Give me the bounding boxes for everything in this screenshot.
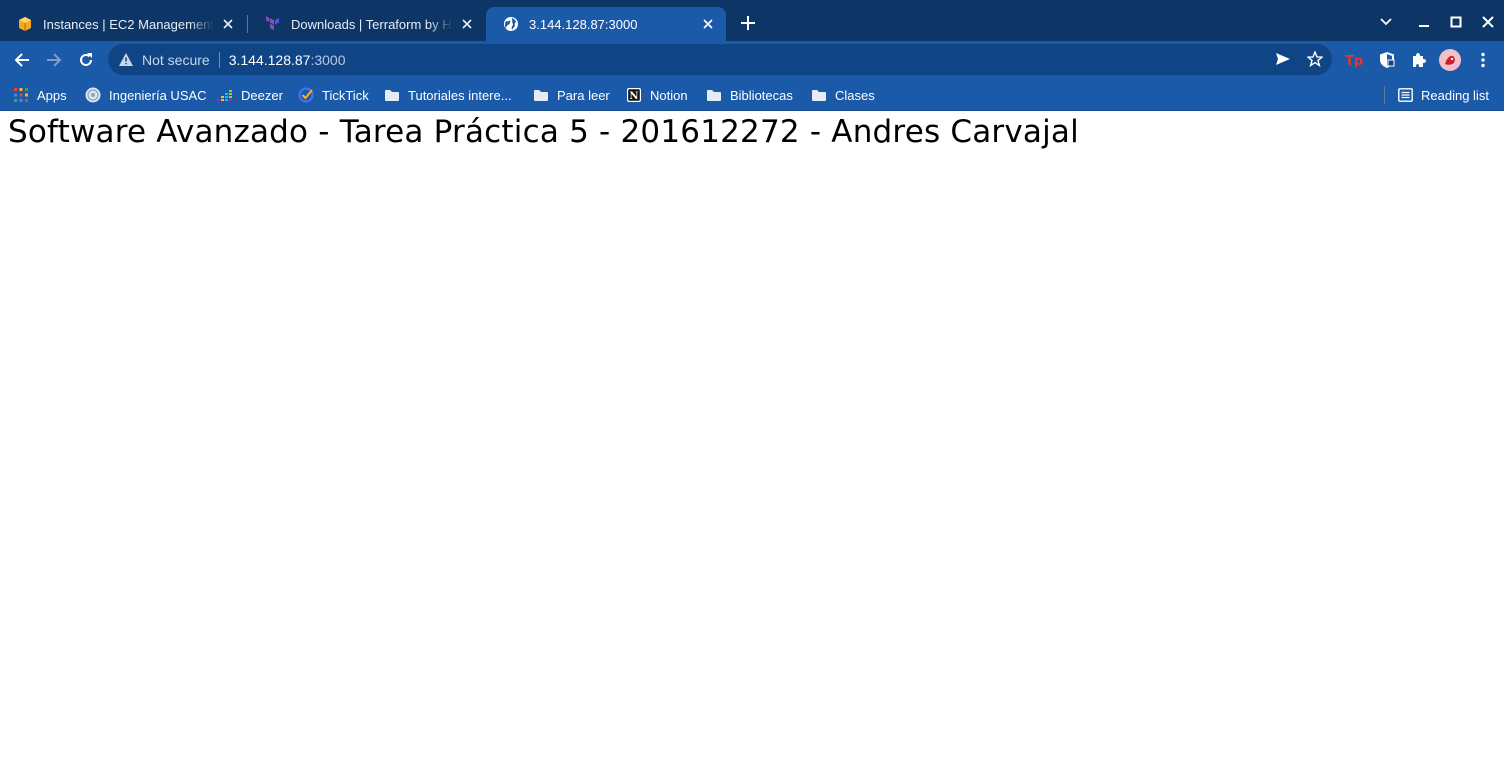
back-arrow-icon[interactable] (11, 49, 33, 71)
bookmark-ticktick[interactable]: TickTick (298, 86, 369, 104)
bookmarks-bar: Apps Ingeniería USAC Deezer TickTick Tut… (0, 78, 1504, 111)
tab-strip: Instances | EC2 Management Console Downl… (0, 0, 1504, 41)
folder-icon (811, 87, 827, 103)
bookmark-clases[interactable]: Clases (811, 86, 875, 104)
address-divider (218, 51, 220, 68)
bookmark-label: Ingeniería USAC (109, 87, 207, 103)
browser-toolbar: Not secure 3.144.128.87:3000 Tp (0, 41, 1504, 78)
deezer-icon (217, 87, 233, 103)
bookmark-label: Deezer (241, 87, 283, 103)
maximize-icon[interactable] (1446, 12, 1466, 32)
tab-title: 3.144.128.87:3000 (529, 16, 638, 32)
tab-search-icon[interactable] (1376, 12, 1396, 32)
profile-avatar[interactable] (1439, 49, 1461, 71)
bookmark-ingenieria-usac[interactable]: Ingeniería USAC (85, 86, 207, 104)
bookmark-label: Apps (37, 87, 67, 103)
close-icon[interactable] (459, 16, 475, 32)
svg-text:N: N (629, 91, 638, 102)
bookmark-apps[interactable]: Apps (13, 86, 67, 104)
tab-ec2[interactable]: Instances | EC2 Management Console (0, 7, 246, 41)
new-tab-button[interactable] (737, 12, 759, 34)
tab-title: Instances | EC2 Management Console (43, 16, 214, 32)
close-icon[interactable] (700, 16, 716, 32)
bookmark-label: Notion (650, 87, 688, 103)
tab-active[interactable]: 3.144.128.87:3000 (486, 7, 726, 41)
bookmarks-separator (1384, 86, 1385, 104)
terraform-icon (265, 16, 281, 32)
reload-icon[interactable] (75, 49, 97, 71)
forward-arrow-icon[interactable] (43, 49, 65, 71)
more-menu-icon[interactable] (1472, 49, 1494, 71)
bookmark-notion[interactable]: N Notion (626, 86, 688, 104)
send-icon[interactable] (1274, 50, 1292, 68)
bookmark-para-leer[interactable]: Para leer (533, 86, 610, 104)
tab-terraform[interactable]: Downloads | Terraform by HashiCorp (248, 7, 485, 41)
bookmark-label: Para leer (557, 87, 610, 103)
usac-icon (85, 87, 101, 103)
ticktick-icon (298, 87, 314, 103)
minimize-icon[interactable] (1414, 12, 1434, 32)
globe-icon (503, 16, 519, 32)
folder-icon (384, 87, 400, 103)
reading-list-icon (1397, 87, 1413, 103)
svg-text:Tp: Tp (1345, 54, 1363, 67)
shield-extension-icon[interactable] (1376, 49, 1398, 71)
warning-icon[interactable] (118, 52, 134, 68)
address-actions (1274, 50, 1324, 68)
security-label[interactable]: Not secure (142, 52, 210, 68)
browser-window: Instances | EC2 Management Console Downl… (0, 0, 1504, 757)
page-content: Software Avanzado - Tarea Práctica 5 - 2… (0, 111, 1504, 757)
address-bar[interactable]: Not secure 3.144.128.87:3000 (108, 44, 1332, 75)
bookmark-label: TickTick (322, 87, 369, 103)
bookmark-label: Bibliotecas (730, 87, 793, 103)
notion-icon: N (626, 87, 642, 103)
tab-title: Downloads | Terraform by HashiCorp (291, 16, 453, 32)
bookmark-label: Tutoriales intere... (408, 87, 512, 103)
bookmark-deezer[interactable]: Deezer (217, 86, 283, 104)
aws-ec2-icon (17, 16, 33, 32)
page-heading: Software Avanzado - Tarea Práctica 5 - 2… (8, 114, 1079, 150)
bookmark-label: Clases (835, 87, 875, 103)
reading-list-label: Reading list (1421, 87, 1489, 103)
apps-grid-icon (13, 87, 29, 103)
bookmark-tutoriales[interactable]: Tutoriales intere... (384, 86, 512, 104)
reading-list-button[interactable]: Reading list (1397, 86, 1489, 104)
folder-icon (706, 87, 722, 103)
close-window-icon[interactable] (1478, 12, 1498, 32)
star-icon[interactable] (1306, 50, 1324, 68)
puzzle-icon[interactable] (1407, 49, 1429, 71)
folder-icon (533, 87, 549, 103)
url-port[interactable]: :3000 (310, 52, 345, 68)
bookmark-bibliotecas[interactable]: Bibliotecas (706, 86, 793, 104)
tp-extension-icon[interactable]: Tp (1343, 49, 1365, 71)
url-host[interactable]: 3.144.128.87 (229, 52, 311, 68)
close-icon[interactable] (220, 16, 236, 32)
